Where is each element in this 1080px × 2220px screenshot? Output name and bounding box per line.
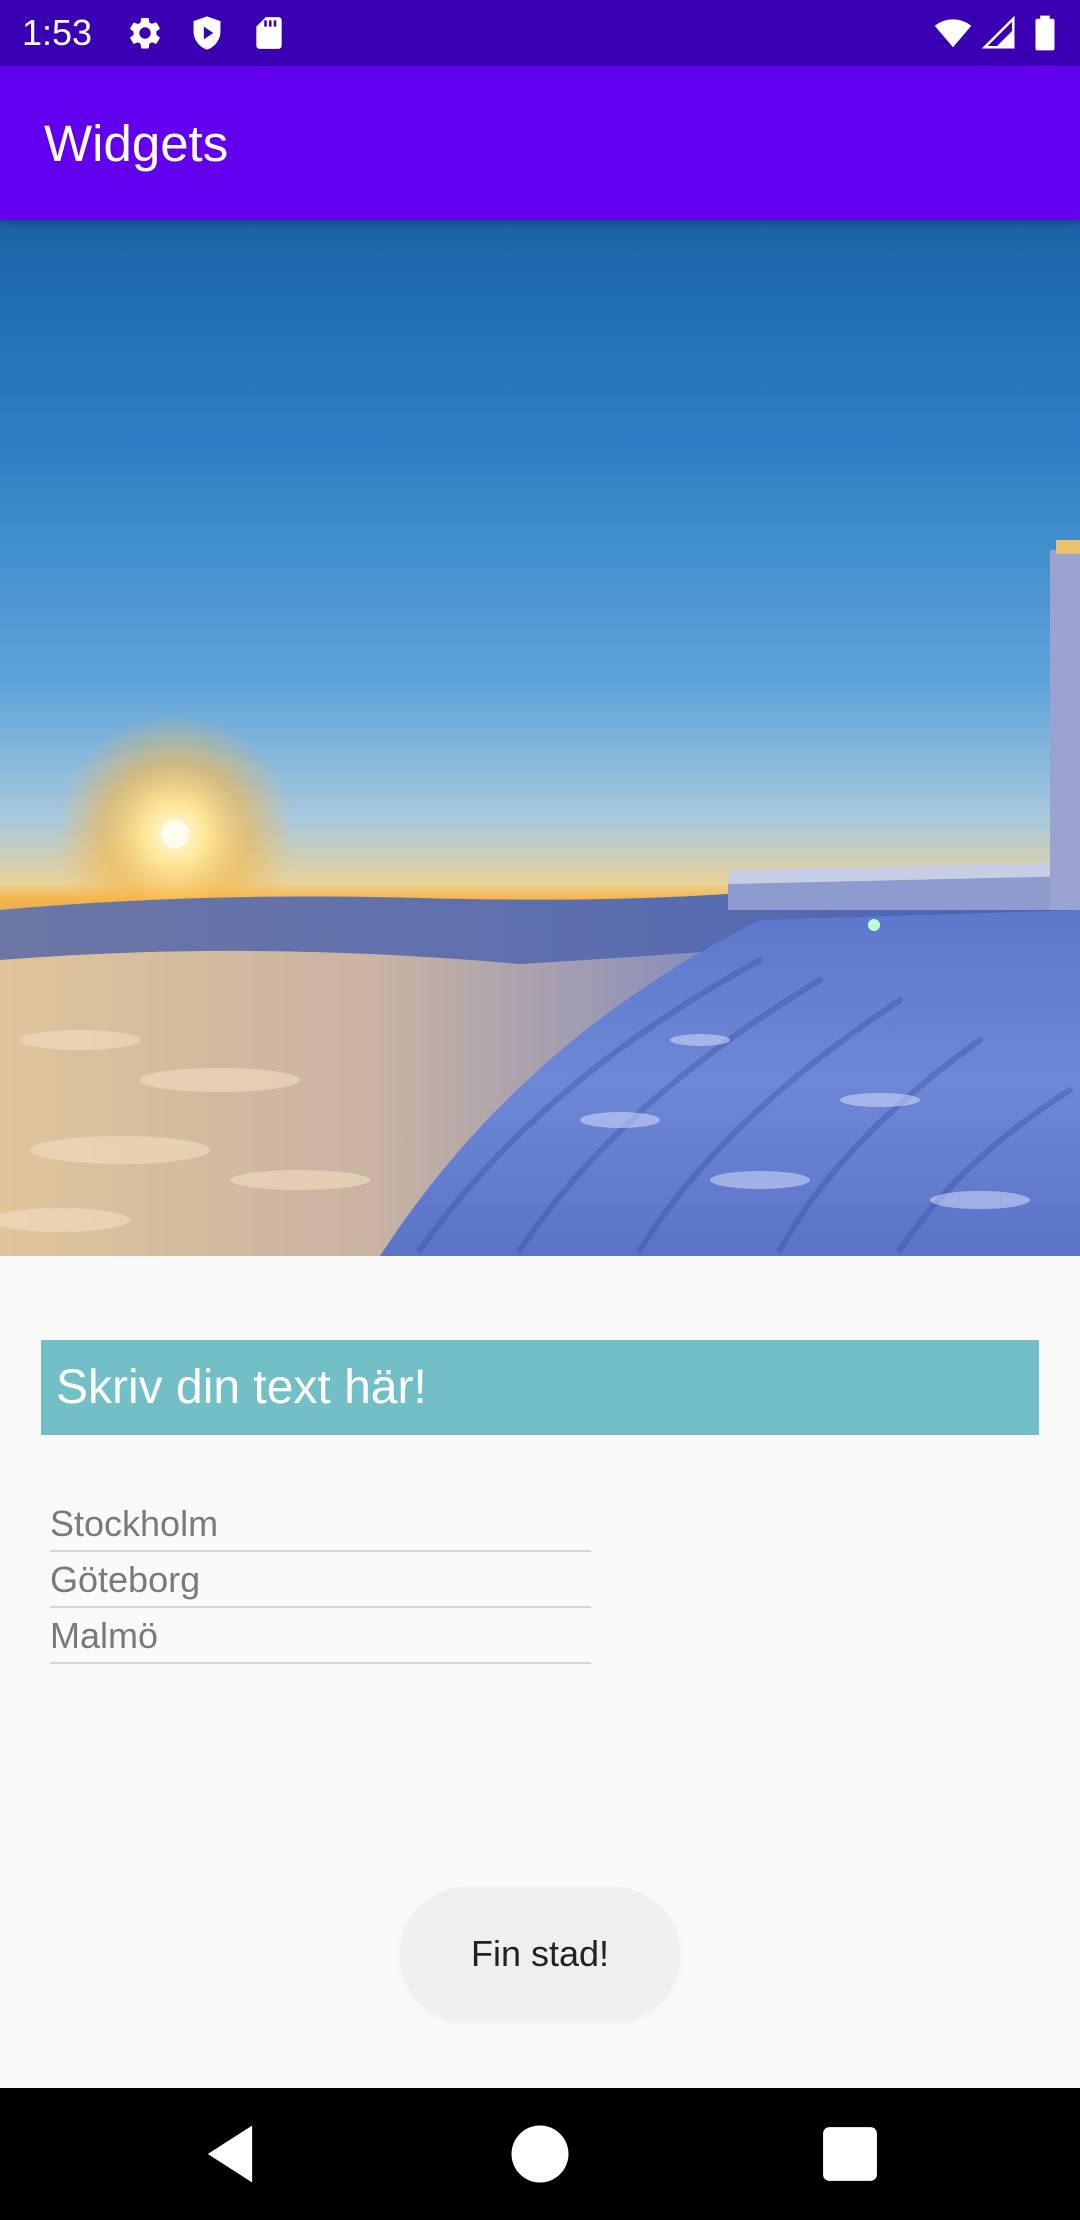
status-bar: 1:53 bbox=[0, 0, 1080, 66]
recents-icon[interactable] bbox=[812, 2116, 888, 2192]
city-list: Stockholm Göteborg Malmö bbox=[50, 1496, 591, 1664]
status-time: 1:53 bbox=[22, 12, 93, 53]
list-item-goteborg[interactable]: Göteborg bbox=[50, 1552, 591, 1608]
toast-message: Fin stad! bbox=[470, 1933, 610, 1974]
cellular-signal-icon bbox=[981, 15, 1015, 49]
gear-icon bbox=[130, 17, 160, 49]
wifi-icon bbox=[934, 19, 972, 48]
text-banner-label: Skriv din text här! bbox=[56, 1361, 427, 1414]
list-item-stockholm[interactable]: Stockholm bbox=[50, 1496, 591, 1552]
text-banner: Skriv din text här! bbox=[41, 1340, 1039, 1435]
navigation-bar bbox=[0, 2088, 1080, 2220]
list-item-malmo[interactable]: Malmö bbox=[50, 1608, 591, 1664]
hero-image bbox=[0, 220, 1080, 1256]
battery-icon bbox=[1035, 15, 1055, 51]
back-icon[interactable] bbox=[192, 2116, 268, 2192]
shield-play-icon bbox=[193, 16, 221, 50]
app-title: Widgets bbox=[44, 115, 229, 172]
home-icon[interactable] bbox=[502, 2116, 578, 2192]
app-bar: Widgets bbox=[0, 66, 1080, 220]
toast: Fin stad! bbox=[400, 1887, 680, 2021]
sd-card-icon bbox=[256, 17, 282, 49]
